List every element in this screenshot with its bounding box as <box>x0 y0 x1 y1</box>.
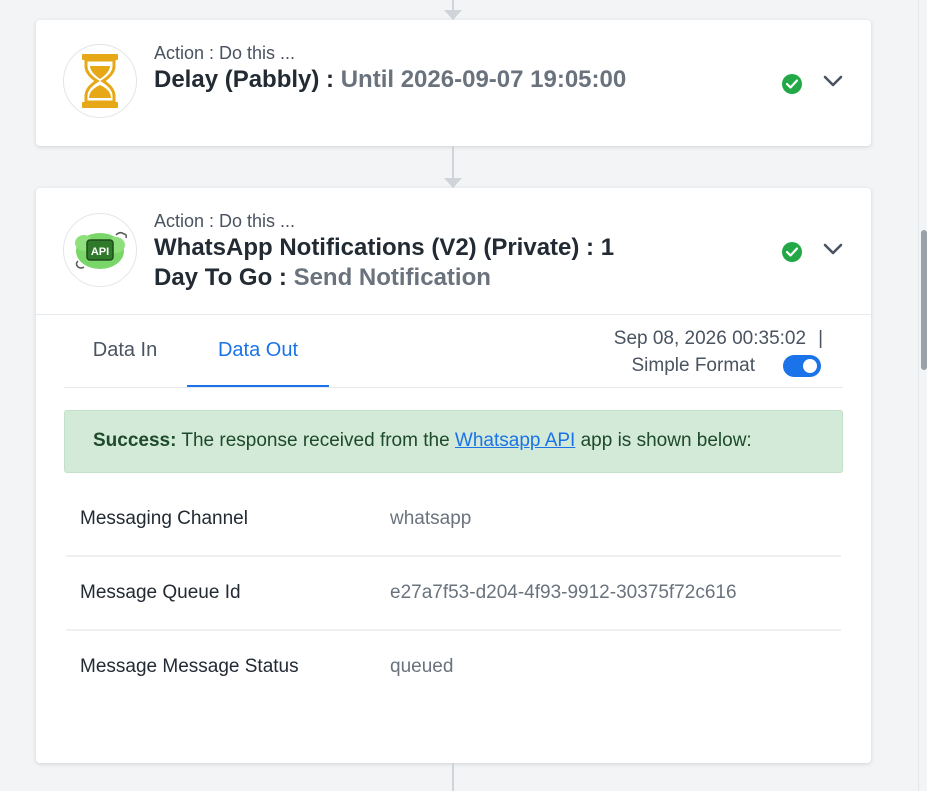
response-value: whatsapp <box>390 508 472 529</box>
whatsapp-api-link[interactable]: Whatsapp API <box>455 430 575 451</box>
success-check-icon <box>782 242 802 262</box>
step-event-name: Send Notification <box>293 264 491 291</box>
success-text-before: The response received from the <box>176 430 455 451</box>
response-key: Message Queue Id <box>80 582 241 603</box>
success-prefix: Success: <box>93 430 177 451</box>
step-card-delay[interactable]: Action : Do this ... Delay (Pabbly) : Un… <box>36 20 871 146</box>
response-value: e27a7f53-d204-4f93-9912-30375f72c616 <box>390 582 737 603</box>
chevron-up-icon[interactable] <box>822 238 844 260</box>
tab-data-out[interactable]: Data Out <box>187 315 329 387</box>
step-app-name: Delay (Pabbly) : <box>154 66 335 93</box>
step-header[interactable]: API Action : Do this ... WhatsApp Notifi… <box>36 188 871 314</box>
success-check-icon <box>782 74 802 94</box>
hourglass-icon <box>63 44 137 118</box>
table-row: Message Queue Id e27a7f53-d204-4f93-9912… <box>66 557 841 631</box>
success-alert: Success: The response received from the … <box>64 410 843 473</box>
scrollbar-thumb[interactable] <box>921 230 927 370</box>
meta-separator: | <box>818 328 823 349</box>
simple-format-toggle[interactable] <box>783 354 821 377</box>
scrollbar[interactable] <box>919 0 927 791</box>
toggle-knob <box>803 358 817 373</box>
connector-line <box>452 763 454 791</box>
whatsapp-api-icon: API <box>63 213 137 287</box>
step-header[interactable]: Action : Do this ... Delay (Pabbly) : Un… <box>36 20 871 146</box>
workflow-canvas: Action : Do this ... Delay (Pabbly) : Un… <box>0 0 927 791</box>
step-event-name: Until 2026-09-07 19:05:00 <box>340 66 627 93</box>
table-row: Message Message Status queued <box>66 631 841 703</box>
step-title: WhatsApp Notifications (V2) (Private) : … <box>154 233 634 293</box>
response-value: queued <box>390 656 454 677</box>
step-header-text: Action : Do this ... Delay (Pabbly) : Un… <box>154 42 634 95</box>
response-key: Messaging Channel <box>80 508 248 529</box>
success-text-after: app is shown below: <box>575 430 752 451</box>
table-row: Messaging Channel whatsapp <box>66 483 841 557</box>
response-key: Message Message Status <box>80 656 299 677</box>
simple-format-label: Simple Format <box>631 355 755 376</box>
action-label: Action : Do this ... <box>154 211 296 231</box>
step-card-whatsapp[interactable]: API Action : Do this ... WhatsApp Notifi… <box>36 188 871 763</box>
svg-text:API: API <box>91 246 109 258</box>
timestamp-row: Sep 08, 2026 00:35:02 | <box>614 325 823 352</box>
tab-data-in[interactable]: Data In <box>64 315 186 385</box>
action-label: Action : Do this ... <box>154 43 296 63</box>
connector-arrow-icon <box>444 10 462 20</box>
response-timestamp: Sep 08, 2026 00:35:02 <box>613 328 807 349</box>
simple-format-row: Simple Format <box>614 352 823 379</box>
response-table: Messaging Channel whatsapp Message Queue… <box>66 483 841 703</box>
step-header-text: Action : Do this ... WhatsApp Notificati… <box>154 210 634 293</box>
data-tabs: Data In Data Out Sep 08, 2026 00:35:02 | … <box>64 315 843 388</box>
response-meta: Sep 08, 2026 00:35:02 | Simple Format <box>614 325 823 379</box>
connector-line <box>452 0 454 10</box>
connector-line <box>452 146 454 178</box>
connector-arrow-icon <box>444 178 462 188</box>
chevron-down-icon[interactable] <box>822 70 844 92</box>
step-title: Delay (Pabbly) : Until 2026-09-07 19:05:… <box>154 65 634 95</box>
